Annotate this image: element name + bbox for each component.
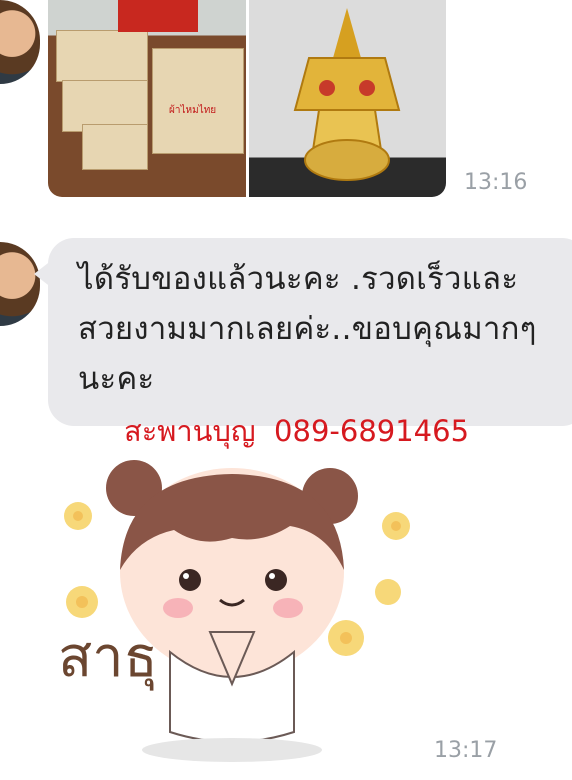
photo-thumbnail[interactable]: ผ้าไหมไทย [48,0,246,197]
photo-message[interactable]: ผ้าไหมไทย [48,0,446,197]
box-label: ผ้าไหมไทย [169,105,217,116]
package-box: ผ้าไหมไทย [152,48,244,154]
message-timestamp: 13:17 [434,738,498,763]
golden-ornament-image [293,8,400,181]
sticker-text: สาธุ [58,625,158,690]
sender-avatar[interactable] [0,0,40,84]
overlay-contact-text: สะพานบุญ 089-6891465 [124,414,470,448]
sticker-message[interactable]: สาธุ [40,452,420,772]
message-text: ได้รับของแล้วนะคะ .รวดเร็วและสวยงามมากเล… [78,261,537,397]
red-package [118,0,198,32]
package-box [82,124,148,170]
photo-thumbnail[interactable] [248,0,446,197]
package-box [56,30,148,82]
message-timestamp: 13:16 [464,170,528,195]
